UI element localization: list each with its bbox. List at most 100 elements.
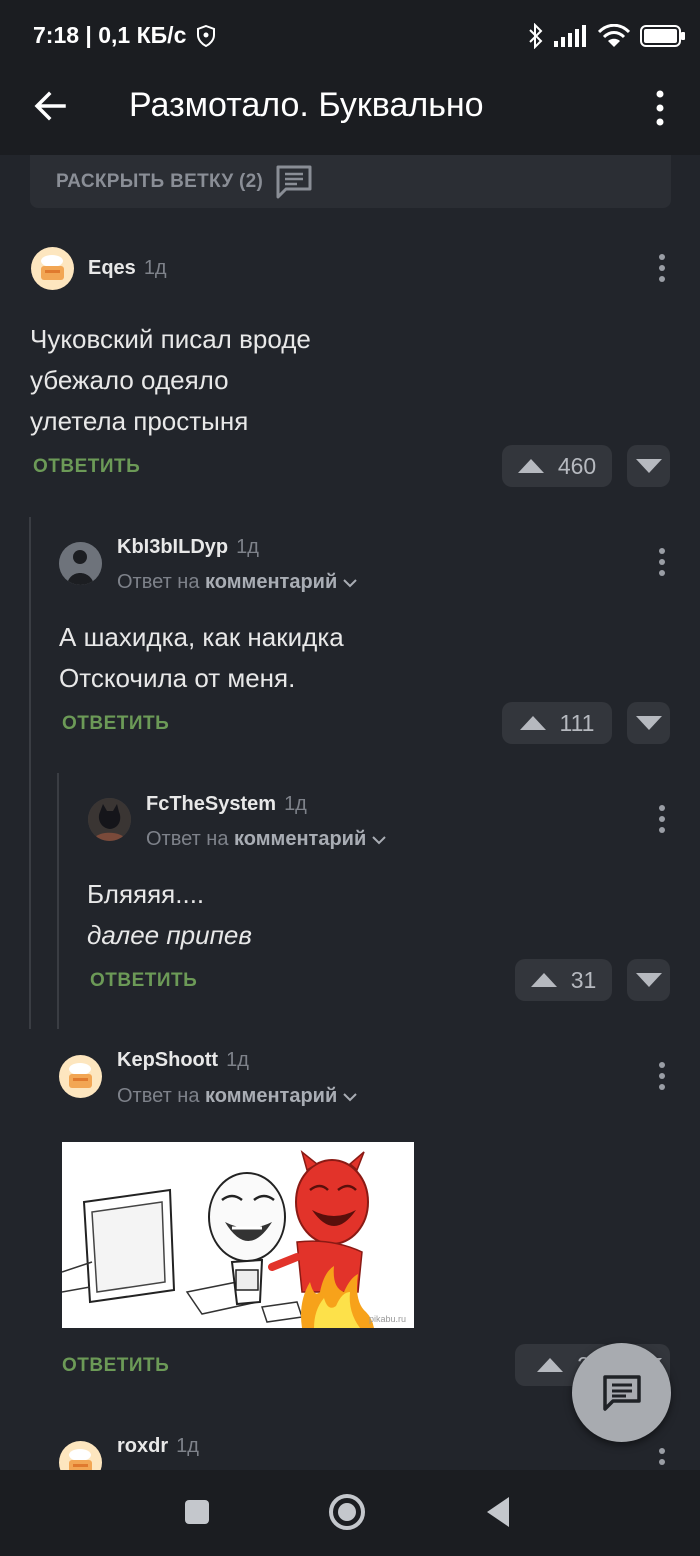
watermark: pikabu.ru [368, 1314, 406, 1324]
comment-line-italic: далее припев [87, 920, 252, 950]
avatar[interactable] [59, 1441, 102, 1470]
reply-button[interactable]: ОТВЕТИТЬ [62, 1355, 169, 1377]
vote-count: 111 [559, 709, 595, 736]
comment-author[interactable]: roxdr 1д [117, 1435, 199, 1458]
comment-time: 1д [176, 1435, 199, 1457]
triangle-down-icon [635, 973, 662, 987]
more-vert-icon[interactable] [657, 1447, 667, 1470]
comment-image-meme[interactable]: pikabu.ru [62, 1142, 414, 1328]
downvote-button[interactable] [627, 959, 670, 1001]
reply-to-prefix: Ответ на [117, 1085, 200, 1107]
cake-icon [41, 255, 64, 280]
new-comment-fab[interactable] [572, 1343, 671, 1442]
reply-to-target[interactable]: комментарий [205, 571, 337, 593]
chevron-down-icon [372, 836, 386, 845]
back-arrow-icon[interactable] [30, 86, 70, 126]
meme-drawing [62, 1149, 374, 1328]
more-vert-icon[interactable] [657, 1061, 667, 1091]
downvote-button[interactable] [627, 445, 670, 487]
battery-icon [640, 25, 685, 47]
triangle-up-icon [517, 459, 544, 473]
reply-to-target[interactable]: комментарий [234, 828, 366, 850]
square-icon[interactable] [177, 1492, 217, 1532]
person-silhouette-icon [59, 542, 102, 585]
downvote-button[interactable] [627, 702, 670, 744]
more-vert-icon[interactable] [650, 88, 670, 128]
comment-line: Отскочила от меня. [59, 663, 296, 693]
triangle-up-icon [537, 1358, 564, 1372]
chevron-down-icon [343, 579, 357, 588]
avatar[interactable] [31, 247, 74, 290]
avatar[interactable] [59, 1055, 102, 1098]
reply-to-link[interactable]: Ответ на комментарий [117, 1085, 357, 1108]
reply-to-link[interactable]: Ответ на комментарий [117, 571, 357, 594]
back-triangle-icon[interactable] [479, 1492, 519, 1532]
chevron-down-icon [343, 1093, 357, 1102]
thread-line [57, 773, 59, 1029]
comment-text: Бляяяя.... далее припев [87, 874, 252, 956]
comment-author[interactable]: KbI3bILDyp 1д [117, 536, 259, 559]
comment-author[interactable]: KepShoott 1д [117, 1049, 249, 1072]
signal-icon [554, 25, 586, 47]
comment-time: 1д [284, 793, 307, 815]
reply-to-link[interactable]: Ответ на комментарий [146, 828, 386, 851]
reply-button[interactable]: ОТВЕТИТЬ [62, 713, 169, 735]
comment-line: А шахидка, как накидка [59, 622, 344, 652]
app-bar: Размотало. Буквально [0, 72, 700, 155]
author-name[interactable]: roxdr [117, 1435, 168, 1457]
page-title: Размотало. Буквально [129, 86, 484, 124]
author-name[interactable]: Eqes [88, 257, 136, 279]
cake-icon [69, 1063, 92, 1088]
cat-icon [88, 798, 131, 841]
shield-icon [197, 25, 215, 47]
reply-button[interactable]: ОТВЕТИТЬ [90, 970, 197, 992]
comment-time: 1д [236, 536, 259, 558]
reply-to-prefix: Ответ на [117, 571, 200, 593]
author-name[interactable]: FcTheSystem [146, 793, 276, 815]
vote-count: 31 [570, 966, 597, 993]
vote-count: 460 [557, 452, 597, 479]
comment-icon [276, 165, 312, 198]
reply-to-target[interactable]: комментарий [205, 1085, 337, 1107]
thread-line [29, 517, 31, 1029]
status-time: 7:18 | 0,1 КБ/с [33, 22, 187, 48]
triangle-up-icon [519, 716, 546, 730]
comment-text: А шахидка, как накидка Отскочила от меня… [59, 617, 344, 699]
comment-line: улетела простыня [30, 406, 249, 436]
status-bar: 7:18 | 0,1 КБ/с [0, 0, 700, 72]
wifi-icon [598, 24, 630, 47]
comment-text: Чуковский писал вроде убежало одеяло уле… [30, 319, 311, 442]
author-name[interactable]: KbI3bILDyp [117, 536, 228, 558]
avatar[interactable] [59, 542, 102, 585]
comment-time: 1д [226, 1049, 249, 1071]
comment-line: Бляяяя.... [87, 879, 205, 909]
cake-icon [69, 1449, 92, 1470]
triangle-down-icon [635, 716, 662, 730]
triangle-down-icon [635, 459, 662, 473]
expand-thread-label: РАСКРЫТЬ ВЕТКУ (2) [56, 170, 264, 192]
triangle-up-icon [530, 973, 557, 987]
reply-to-prefix: Ответ на [146, 828, 229, 850]
bluetooth-icon [529, 23, 543, 49]
upvote-button[interactable]: 111 [502, 702, 612, 744]
expand-thread-button[interactable]: РАСКРЫТЬ ВЕТКУ (2) [30, 155, 671, 208]
more-vert-icon[interactable] [657, 253, 667, 283]
status-icons [528, 22, 686, 50]
top-bar: 7:18 | 0,1 КБ/с Размотало. Буквально [0, 0, 700, 155]
upvote-button[interactable]: 460 [502, 445, 612, 487]
comments-feed[interactable]: РАСКРЫТЬ ВЕТКУ (2) Eqes 1д Чуковский писа… [0, 155, 700, 1470]
comment-time: 1д [143, 257, 167, 279]
comment-author[interactable]: FcTheSystem 1д [146, 793, 307, 816]
more-vert-icon[interactable] [657, 804, 667, 834]
comment-line: убежало одеяло [30, 365, 229, 395]
comment-author[interactable]: Eqes 1д [88, 257, 167, 280]
chat-icon [602, 1374, 641, 1411]
upvote-button[interactable]: 31 [515, 959, 612, 1001]
more-vert-icon[interactable] [657, 547, 667, 577]
avatar[interactable] [88, 798, 131, 841]
circle-icon[interactable] [327, 1492, 367, 1532]
reply-button[interactable]: ОТВЕТИТЬ [33, 456, 140, 478]
system-nav-bar [0, 1470, 700, 1556]
author-name[interactable]: KepShoott [117, 1049, 218, 1071]
comment-line: Чуковский писал вроде [30, 324, 311, 354]
